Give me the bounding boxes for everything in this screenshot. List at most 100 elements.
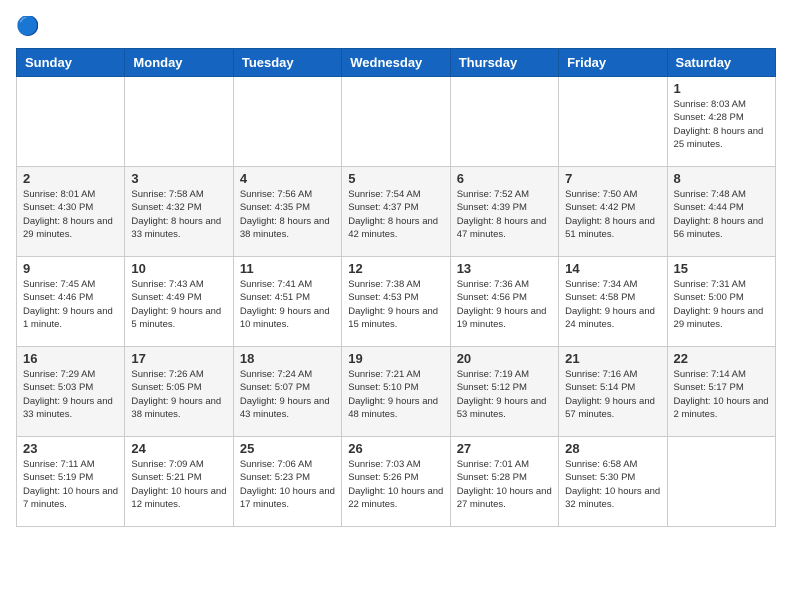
day-info: Sunrise: 7:48 AM Sunset: 4:44 PM Dayligh… xyxy=(674,188,769,241)
day-number: 6 xyxy=(457,171,552,186)
calendar: SundayMondayTuesdayWednesdayThursdayFrid… xyxy=(16,48,776,527)
calendar-cell: 4 Sunrise: 7:56 AM Sunset: 4:35 PM Daylig… xyxy=(233,167,341,257)
day-info: Sunrise: 7:09 AM Sunset: 5:21 PM Dayligh… xyxy=(131,458,226,511)
day-number: 2 xyxy=(23,171,118,186)
calendar-week-5: 23 Sunrise: 7:11 AM Sunset: 5:19 PM Dayli… xyxy=(17,437,776,527)
day-number: 16 xyxy=(23,351,118,366)
calendar-cell xyxy=(559,77,667,167)
day-number: 5 xyxy=(348,171,443,186)
calendar-cell: 20Sunrise: 7:19 AM Sunset: 5:12 PM Dayli… xyxy=(450,347,558,437)
day-number: 4 xyxy=(240,171,335,186)
calendar-cell: 8 Sunrise: 7:48 AM Sunset: 4:44 PM Daylig… xyxy=(667,167,775,257)
day-info: Sunrise: 7:16 AM Sunset: 5:14 PM Dayligh… xyxy=(565,368,660,421)
calendar-cell: 7 Sunrise: 7:50 AM Sunset: 4:42 PM Daylig… xyxy=(559,167,667,257)
day-number: 20 xyxy=(457,351,552,366)
calendar-cell: 14 Sunrise: 7:34 AM Sunset: 4:58 PM Dayli… xyxy=(559,257,667,347)
day-header-saturday: Saturday xyxy=(667,49,775,77)
calendar-cell: 24 Sunrise: 7:09 AM Sunset: 5:21 PM Dayli… xyxy=(125,437,233,527)
day-number: 11 xyxy=(240,261,335,276)
calendar-cell: 17 Sunrise: 7:26 AM Sunset: 5:05 PM Dayli… xyxy=(125,347,233,437)
calendar-cell: 3 Sunrise: 7:58 AM Sunset: 4:32 PM Daylig… xyxy=(125,167,233,257)
day-number: 1 xyxy=(674,81,769,96)
calendar-cell: 28 Sunrise: 6:58 AM Sunset: 5:30 PM Dayli… xyxy=(559,437,667,527)
calendar-cell xyxy=(17,77,125,167)
day-header-thursday: Thursday xyxy=(450,49,558,77)
calendar-cell: 21 Sunrise: 7:16 AM Sunset: 5:14 PM Dayli… xyxy=(559,347,667,437)
calendar-cell: 5 Sunrise: 7:54 AM Sunset: 4:37 PM Daylig… xyxy=(342,167,450,257)
day-number: 27 xyxy=(457,441,552,456)
calendar-cell xyxy=(450,77,558,167)
calendar-week-4: 16 Sunrise: 7:29 AM Sunset: 5:03 PM Dayli… xyxy=(17,347,776,437)
calendar-cell: 15Sunrise: 7:31 AM Sunset: 5:00 PM Dayli… xyxy=(667,257,775,347)
day-info: Sunrise: 7:56 AM Sunset: 4:35 PM Dayligh… xyxy=(240,188,335,241)
day-number: 19 xyxy=(348,351,443,366)
day-info: Sunrise: 7:43 AM Sunset: 4:49 PM Dayligh… xyxy=(131,278,226,331)
day-info: Sunrise: 7:54 AM Sunset: 4:37 PM Dayligh… xyxy=(348,188,443,241)
calendar-week-1: 1Sunrise: 8:03 AM Sunset: 4:28 PM Daylig… xyxy=(17,77,776,167)
calendar-week-3: 9Sunrise: 7:45 AM Sunset: 4:46 PM Daylig… xyxy=(17,257,776,347)
day-number: 10 xyxy=(131,261,226,276)
day-info: Sunrise: 7:26 AM Sunset: 5:05 PM Dayligh… xyxy=(131,368,226,421)
logo: 🔵 xyxy=(16,16,42,38)
calendar-cell: 13 Sunrise: 7:36 AM Sunset: 4:56 PM Dayli… xyxy=(450,257,558,347)
day-number: 28 xyxy=(565,441,660,456)
day-info: Sunrise: 6:58 AM Sunset: 5:30 PM Dayligh… xyxy=(565,458,660,511)
calendar-cell: 10 Sunrise: 7:43 AM Sunset: 4:49 PM Dayli… xyxy=(125,257,233,347)
day-info: Sunrise: 7:24 AM Sunset: 5:07 PM Dayligh… xyxy=(240,368,335,421)
day-number: 12 xyxy=(348,261,443,276)
day-info: Sunrise: 7:03 AM Sunset: 5:26 PM Dayligh… xyxy=(348,458,443,511)
day-header-wednesday: Wednesday xyxy=(342,49,450,77)
calendar-header-row: SundayMondayTuesdayWednesdayThursdayFrid… xyxy=(17,49,776,77)
day-info: Sunrise: 7:38 AM Sunset: 4:53 PM Dayligh… xyxy=(348,278,443,331)
calendar-cell: 6 Sunrise: 7:52 AM Sunset: 4:39 PM Daylig… xyxy=(450,167,558,257)
calendar-cell xyxy=(667,437,775,527)
calendar-cell: 23 Sunrise: 7:11 AM Sunset: 5:19 PM Dayli… xyxy=(17,437,125,527)
day-info: Sunrise: 7:52 AM Sunset: 4:39 PM Dayligh… xyxy=(457,188,552,241)
day-number: 8 xyxy=(674,171,769,186)
day-number: 18 xyxy=(240,351,335,366)
day-info: Sunrise: 7:11 AM Sunset: 5:19 PM Dayligh… xyxy=(23,458,118,511)
calendar-cell xyxy=(125,77,233,167)
day-number: 22 xyxy=(674,351,769,366)
day-number: 14 xyxy=(565,261,660,276)
calendar-cell: 27 Sunrise: 7:01 AM Sunset: 5:28 PM Dayli… xyxy=(450,437,558,527)
calendar-cell: 11 Sunrise: 7:41 AM Sunset: 4:51 PM Dayli… xyxy=(233,257,341,347)
day-header-tuesday: Tuesday xyxy=(233,49,341,77)
day-number: 13 xyxy=(457,261,552,276)
day-info: Sunrise: 7:50 AM Sunset: 4:42 PM Dayligh… xyxy=(565,188,660,241)
calendar-cell xyxy=(233,77,341,167)
day-number: 21 xyxy=(565,351,660,366)
day-number: 15 xyxy=(674,261,769,276)
svg-text:🔵: 🔵 xyxy=(16,16,38,37)
logo-icon: 🔵 xyxy=(16,16,38,38)
day-info: Sunrise: 7:34 AM Sunset: 4:58 PM Dayligh… xyxy=(565,278,660,331)
calendar-cell: 22 Sunrise: 7:14 AM Sunset: 5:17 PM Dayli… xyxy=(667,347,775,437)
day-number: 25 xyxy=(240,441,335,456)
day-number: 24 xyxy=(131,441,226,456)
day-info: Sunrise: 7:36 AM Sunset: 4:56 PM Dayligh… xyxy=(457,278,552,331)
calendar-cell: 1Sunrise: 8:03 AM Sunset: 4:28 PM Daylig… xyxy=(667,77,775,167)
day-number: 23 xyxy=(23,441,118,456)
day-header-friday: Friday xyxy=(559,49,667,77)
calendar-cell: 16 Sunrise: 7:29 AM Sunset: 5:03 PM Dayli… xyxy=(17,347,125,437)
day-number: 26 xyxy=(348,441,443,456)
calendar-cell: 25 Sunrise: 7:06 AM Sunset: 5:23 PM Dayli… xyxy=(233,437,341,527)
day-header-sunday: Sunday xyxy=(17,49,125,77)
calendar-cell: 18 Sunrise: 7:24 AM Sunset: 5:07 PM Dayli… xyxy=(233,347,341,437)
day-info: Sunrise: 7:21 AM Sunset: 5:10 PM Dayligh… xyxy=(348,368,443,421)
calendar-cell: 26 Sunrise: 7:03 AM Sunset: 5:26 PM Dayli… xyxy=(342,437,450,527)
day-number: 7 xyxy=(565,171,660,186)
day-info: Sunrise: 7:06 AM Sunset: 5:23 PM Dayligh… xyxy=(240,458,335,511)
day-info: Sunrise: 7:41 AM Sunset: 4:51 PM Dayligh… xyxy=(240,278,335,331)
day-info: Sunrise: 7:58 AM Sunset: 4:32 PM Dayligh… xyxy=(131,188,226,241)
day-number: 3 xyxy=(131,171,226,186)
day-info: Sunrise: 7:01 AM Sunset: 5:28 PM Dayligh… xyxy=(457,458,552,511)
day-header-monday: Monday xyxy=(125,49,233,77)
day-number: 9 xyxy=(23,261,118,276)
day-number: 17 xyxy=(131,351,226,366)
calendar-cell: 9Sunrise: 7:45 AM Sunset: 4:46 PM Daylig… xyxy=(17,257,125,347)
day-info: Sunrise: 8:01 AM Sunset: 4:30 PM Dayligh… xyxy=(23,188,118,241)
calendar-cell: 2 Sunrise: 8:01 AM Sunset: 4:30 PM Daylig… xyxy=(17,167,125,257)
day-info: Sunrise: 7:14 AM Sunset: 5:17 PM Dayligh… xyxy=(674,368,769,421)
day-info: Sunrise: 7:29 AM Sunset: 5:03 PM Dayligh… xyxy=(23,368,118,421)
